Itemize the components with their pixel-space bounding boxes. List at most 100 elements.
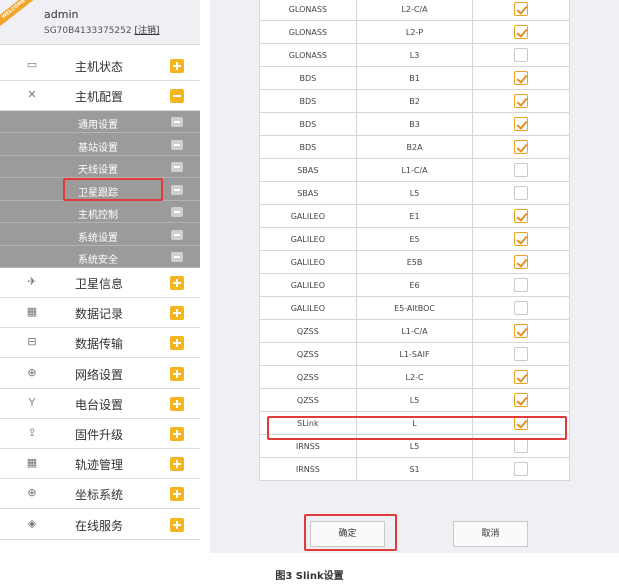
signal-checkbox[interactable] [514, 393, 529, 407]
expand-icon[interactable] [170, 517, 184, 532]
globe-icon: ⊕ [27, 486, 37, 500]
submenu-item[interactable]: 主机控制 [0, 201, 200, 223]
submenu-item-label: 主机控制 [78, 210, 118, 221]
nav-item[interactable]: ⇪ 固件升级 [0, 419, 200, 449]
system-cell: BDS [259, 66, 357, 90]
collapse-icon[interactable] [171, 184, 183, 195]
expand-icon[interactable] [170, 276, 184, 290]
submenu-item[interactable]: 通用设置 [0, 111, 200, 133]
nav-item[interactable]: ▦ 轨迹管理 [0, 449, 200, 480]
nav-item-label: 网络设置 [75, 367, 124, 382]
cube-icon: ◈ [27, 516, 37, 530]
nav-item[interactable]: ⊟ 数据传输 [0, 328, 200, 359]
expand-icon[interactable] [170, 457, 184, 472]
globe-icon: ⊕ [27, 365, 37, 379]
system-cell: BDS [259, 89, 357, 113]
cancel-button[interactable]: 取消 [453, 521, 528, 547]
signal-cell: L1-C/A [355, 319, 474, 343]
expand-icon[interactable] [170, 427, 184, 441]
expand-icon[interactable] [170, 306, 184, 321]
nav-item[interactable]: ✕ 主机配置 [0, 81, 200, 111]
nav-item-label: 电台设置 [75, 397, 124, 412]
system-cell: GALILEO [259, 273, 357, 297]
signal-cell: B3 [355, 112, 474, 136]
nav-item[interactable]: ◈ 在线服务 [0, 509, 200, 540]
nav-item-label: 固件升级 [75, 428, 124, 442]
expand-icon[interactable] [170, 396, 184, 411]
collapse-icon[interactable] [171, 139, 183, 150]
user-panel: WELCOME admin SG70B4133375252 [注销] [0, 0, 200, 45]
welcome-ribbon: WELCOME [0, 0, 39, 31]
logout-link[interactable]: [注销] [134, 26, 159, 36]
nav-item[interactable]: ⊕ 网络设置 [0, 358, 200, 389]
enable-cell [472, 319, 570, 343]
signal-checkbox[interactable] [514, 301, 529, 315]
calendar-icon: ▦ [26, 305, 38, 319]
ok-button-highlight [304, 514, 397, 551]
nav-item[interactable]: ⊕ 坐标系统 [0, 479, 200, 510]
signal-checkbox[interactable] [514, 324, 529, 338]
collapse-icon[interactable] [171, 229, 183, 240]
signal-checkbox[interactable] [514, 48, 529, 62]
nav-item-label: 数据记录 [75, 307, 124, 322]
username: admin [44, 8, 79, 21]
enable-cell [472, 296, 570, 320]
system-cell: GALILEO [259, 204, 357, 228]
signal-checkbox[interactable] [514, 2, 529, 16]
signal-checkbox[interactable] [514, 232, 529, 246]
signal-checkbox[interactable] [514, 163, 529, 177]
collapse-icon[interactable] [171, 207, 183, 217]
signal-checkbox[interactable] [514, 140, 529, 154]
collapse-icon[interactable] [171, 117, 183, 127]
signal-checkbox[interactable] [514, 278, 529, 292]
signal-checkbox[interactable] [514, 209, 529, 223]
signal-checkbox[interactable] [514, 255, 529, 269]
expand-icon[interactable] [170, 336, 184, 351]
table-row: SBAS L5 [259, 181, 570, 205]
monitor-icon: ▭ [26, 58, 38, 71]
signal-checkbox[interactable] [514, 71, 529, 85]
system-cell: SBAS [259, 158, 357, 182]
expand-icon[interactable] [170, 487, 184, 502]
collapse-icon[interactable] [171, 162, 183, 172]
signal-checkbox[interactable] [514, 462, 529, 476]
table-row: GLONASS L2-P [259, 20, 570, 44]
system-cell: QZSS [259, 365, 357, 389]
signal-cell: E5-AltBOC [355, 296, 474, 320]
submenu-item[interactable]: 系统设置 [0, 224, 200, 246]
submenu-item[interactable]: 系统安全 [0, 246, 200, 268]
device-serial: SG70B4133375252 [注销] [44, 23, 159, 36]
signal-checkbox[interactable] [514, 94, 529, 108]
tools-icon: ✕ [27, 88, 37, 101]
table-row: GALILEO E6 [259, 273, 570, 297]
nav-item-label: 坐标系统 [75, 488, 124, 503]
submenu-item-label: 基站设置 [78, 142, 118, 154]
signal-cell: E5 [355, 227, 474, 251]
submenu-item-label: 系统设置 [78, 232, 118, 244]
collapse-icon[interactable] [170, 89, 184, 103]
nav-item[interactable]: Ｙ 电台设置 [0, 388, 200, 419]
expand-icon[interactable] [170, 366, 184, 381]
expand-icon[interactable] [170, 59, 184, 73]
nav-item[interactable]: ✈ 卫星信息 [0, 268, 200, 298]
satellite-icon: ✈ [27, 275, 37, 288]
signal-checkbox[interactable] [514, 347, 529, 361]
submenu-item[interactable]: 天线设置 [0, 156, 200, 178]
submenu-item[interactable]: 基站设置 [0, 134, 200, 156]
nav-item[interactable]: ▭ 主机状态 [0, 51, 200, 81]
enable-cell [472, 388, 570, 412]
enable-cell [472, 135, 570, 159]
table-row: GALILEO E5-AltBOC [259, 296, 570, 320]
signal-checkbox[interactable] [514, 439, 529, 453]
signal-checkbox[interactable] [514, 370, 529, 384]
signal-cell: L1-SAIF [355, 342, 474, 366]
signal-checkbox[interactable] [514, 117, 529, 131]
nav-item-label: 卫星信息 [75, 277, 124, 291]
nav-item[interactable]: ▦ 数据记录 [0, 298, 200, 329]
signal-checkbox[interactable] [514, 25, 529, 39]
signal-checkbox[interactable] [514, 186, 529, 200]
collapse-icon[interactable] [171, 252, 183, 262]
table-row: GLONASS L2-C/A [259, 0, 570, 21]
system-cell: QZSS [259, 388, 357, 412]
signal-cell: B2A [355, 135, 474, 159]
